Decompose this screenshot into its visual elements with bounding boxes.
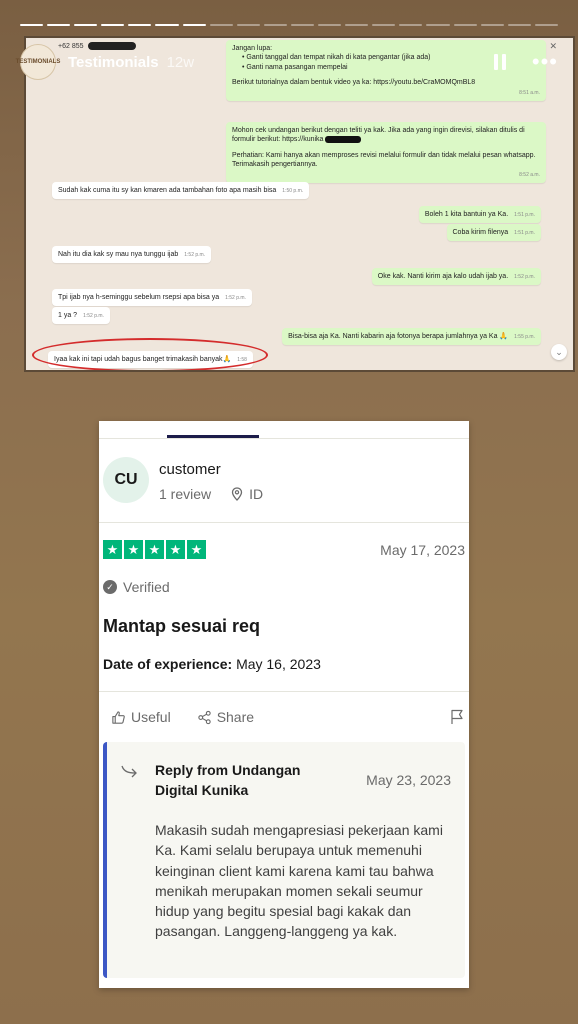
progress-segment (372, 24, 396, 26)
pause-icon[interactable] (493, 54, 506, 70)
thumbs-up-icon (112, 710, 125, 724)
check-icon: ✓ (103, 580, 117, 594)
divider (99, 691, 469, 692)
whatsapp-screenshot: +62 855 ⌕ ✕ Jangan lupa: • Ganti tanggal… (24, 36, 575, 372)
location-pin-icon (231, 487, 243, 501)
progress-segment (480, 24, 504, 26)
progress-segment (534, 24, 558, 26)
progress-segment (236, 24, 260, 26)
more-options-icon[interactable]: ••• (532, 51, 558, 73)
review-card: CU customer 1 review ID ★ ★ ★ ★ ★ May 17, 20… (99, 421, 469, 988)
wa-message-out: Bisa-bisa aja Ka. Nanti kabarin aja foto… (282, 328, 541, 346)
progress-segment (128, 24, 152, 26)
story-header: TESTIMONIALS Testimonials 12w ••• (16, 40, 558, 84)
date-of-experience: Date of experience: May 16, 2023 (103, 656, 321, 672)
reply-date: May 23, 2023 (366, 772, 451, 788)
star-icon: ★ (166, 540, 185, 559)
progress-segment (426, 24, 450, 26)
message-line: Mohon cek undangan berikut dengan teliti… (232, 127, 525, 144)
verified-label: Verified (123, 579, 170, 595)
share-button[interactable]: Share (197, 709, 254, 725)
review-count: 1 review (159, 486, 212, 502)
wa-message-in: Nah itu dia kak sy mau nya tunggu ijab 1:… (52, 246, 212, 264)
wa-message-out: Oke kak. Nanti kirim aja kalo udah ijab … (371, 268, 541, 286)
progress-segment (399, 24, 423, 26)
message-line: Perhatian: Kami hanya akan memproses rev… (232, 151, 536, 169)
flag-icon[interactable] (449, 709, 465, 725)
progress-segment (209, 24, 233, 26)
active-tab-indicator (167, 435, 259, 438)
reviewer-name[interactable]: customer (159, 461, 263, 478)
useful-button[interactable]: Useful (111, 709, 171, 725)
avatar[interactable]: TESTIMONIALS (16, 44, 60, 80)
progress-segment (453, 24, 477, 26)
star-icon: ★ (145, 540, 164, 559)
wa-message-in: 1 ya ? 1:52 p.m. (52, 307, 110, 325)
progress-segment (345, 24, 369, 26)
scroll-down-icon: ⌄ (551, 344, 567, 360)
reviewer-country: ID (249, 486, 264, 502)
progress-segment (47, 24, 71, 26)
share-icon (198, 710, 211, 724)
story-time: 12w (166, 53, 195, 71)
progress-segment (290, 24, 315, 26)
reply-arrow-icon (121, 764, 139, 781)
review-actions: Useful Share (111, 709, 465, 725)
verified-badge[interactable]: ✓ Verified (103, 579, 170, 595)
wa-message-out: Boleh 1 kita bantuin ya Ka. 1:51 p.m. (418, 206, 541, 224)
wa-message-out: Mohon cek undangan berikut dengan teliti… (226, 122, 546, 184)
star-icon: ★ (124, 540, 143, 559)
avatar[interactable]: CU (103, 457, 149, 503)
redaction-bar (325, 136, 362, 144)
wa-message-in: Sudah kak cuma itu sy kan kmaren ada tam… (52, 182, 310, 200)
wa-message-in: Tpi ijab nya h-seminggu sebelum rsepsi a… (52, 289, 252, 307)
review-date: May 17, 2023 (380, 542, 465, 558)
message-time: 8:51 a.m. (519, 89, 540, 96)
reply-body: Makasih sudah mengapresiasi pekerjaan ka… (155, 822, 443, 940)
review-title: Mantap sesuai req (103, 616, 261, 636)
progress-segment (263, 24, 287, 26)
star-icon: ★ (187, 540, 206, 559)
highlight-circle (32, 338, 268, 370)
reply-title: Reply from Undangan Digital Kunika (155, 762, 301, 799)
progress-segment (74, 24, 98, 26)
star-rating: ★ ★ ★ ★ ★ (103, 540, 206, 559)
progress-segment (182, 24, 206, 26)
divider (99, 522, 469, 523)
message-time: 8:52 a.m. (519, 171, 540, 178)
divider (99, 438, 469, 439)
story-title[interactable]: Testimonials (68, 54, 159, 71)
progress-segment (101, 24, 125, 26)
progress-segment (20, 24, 44, 26)
company-reply: Reply from Undangan Digital Kunika May 2… (103, 742, 465, 978)
progress-segment (318, 24, 342, 26)
progress-segment (155, 24, 179, 26)
wa-message-out: Coba kirim filenya 1:51 p.m. (446, 224, 541, 242)
story-progress (20, 24, 558, 26)
star-icon: ★ (103, 540, 122, 559)
reviewer: CU customer 1 review ID (103, 457, 263, 503)
progress-segment (507, 24, 531, 26)
